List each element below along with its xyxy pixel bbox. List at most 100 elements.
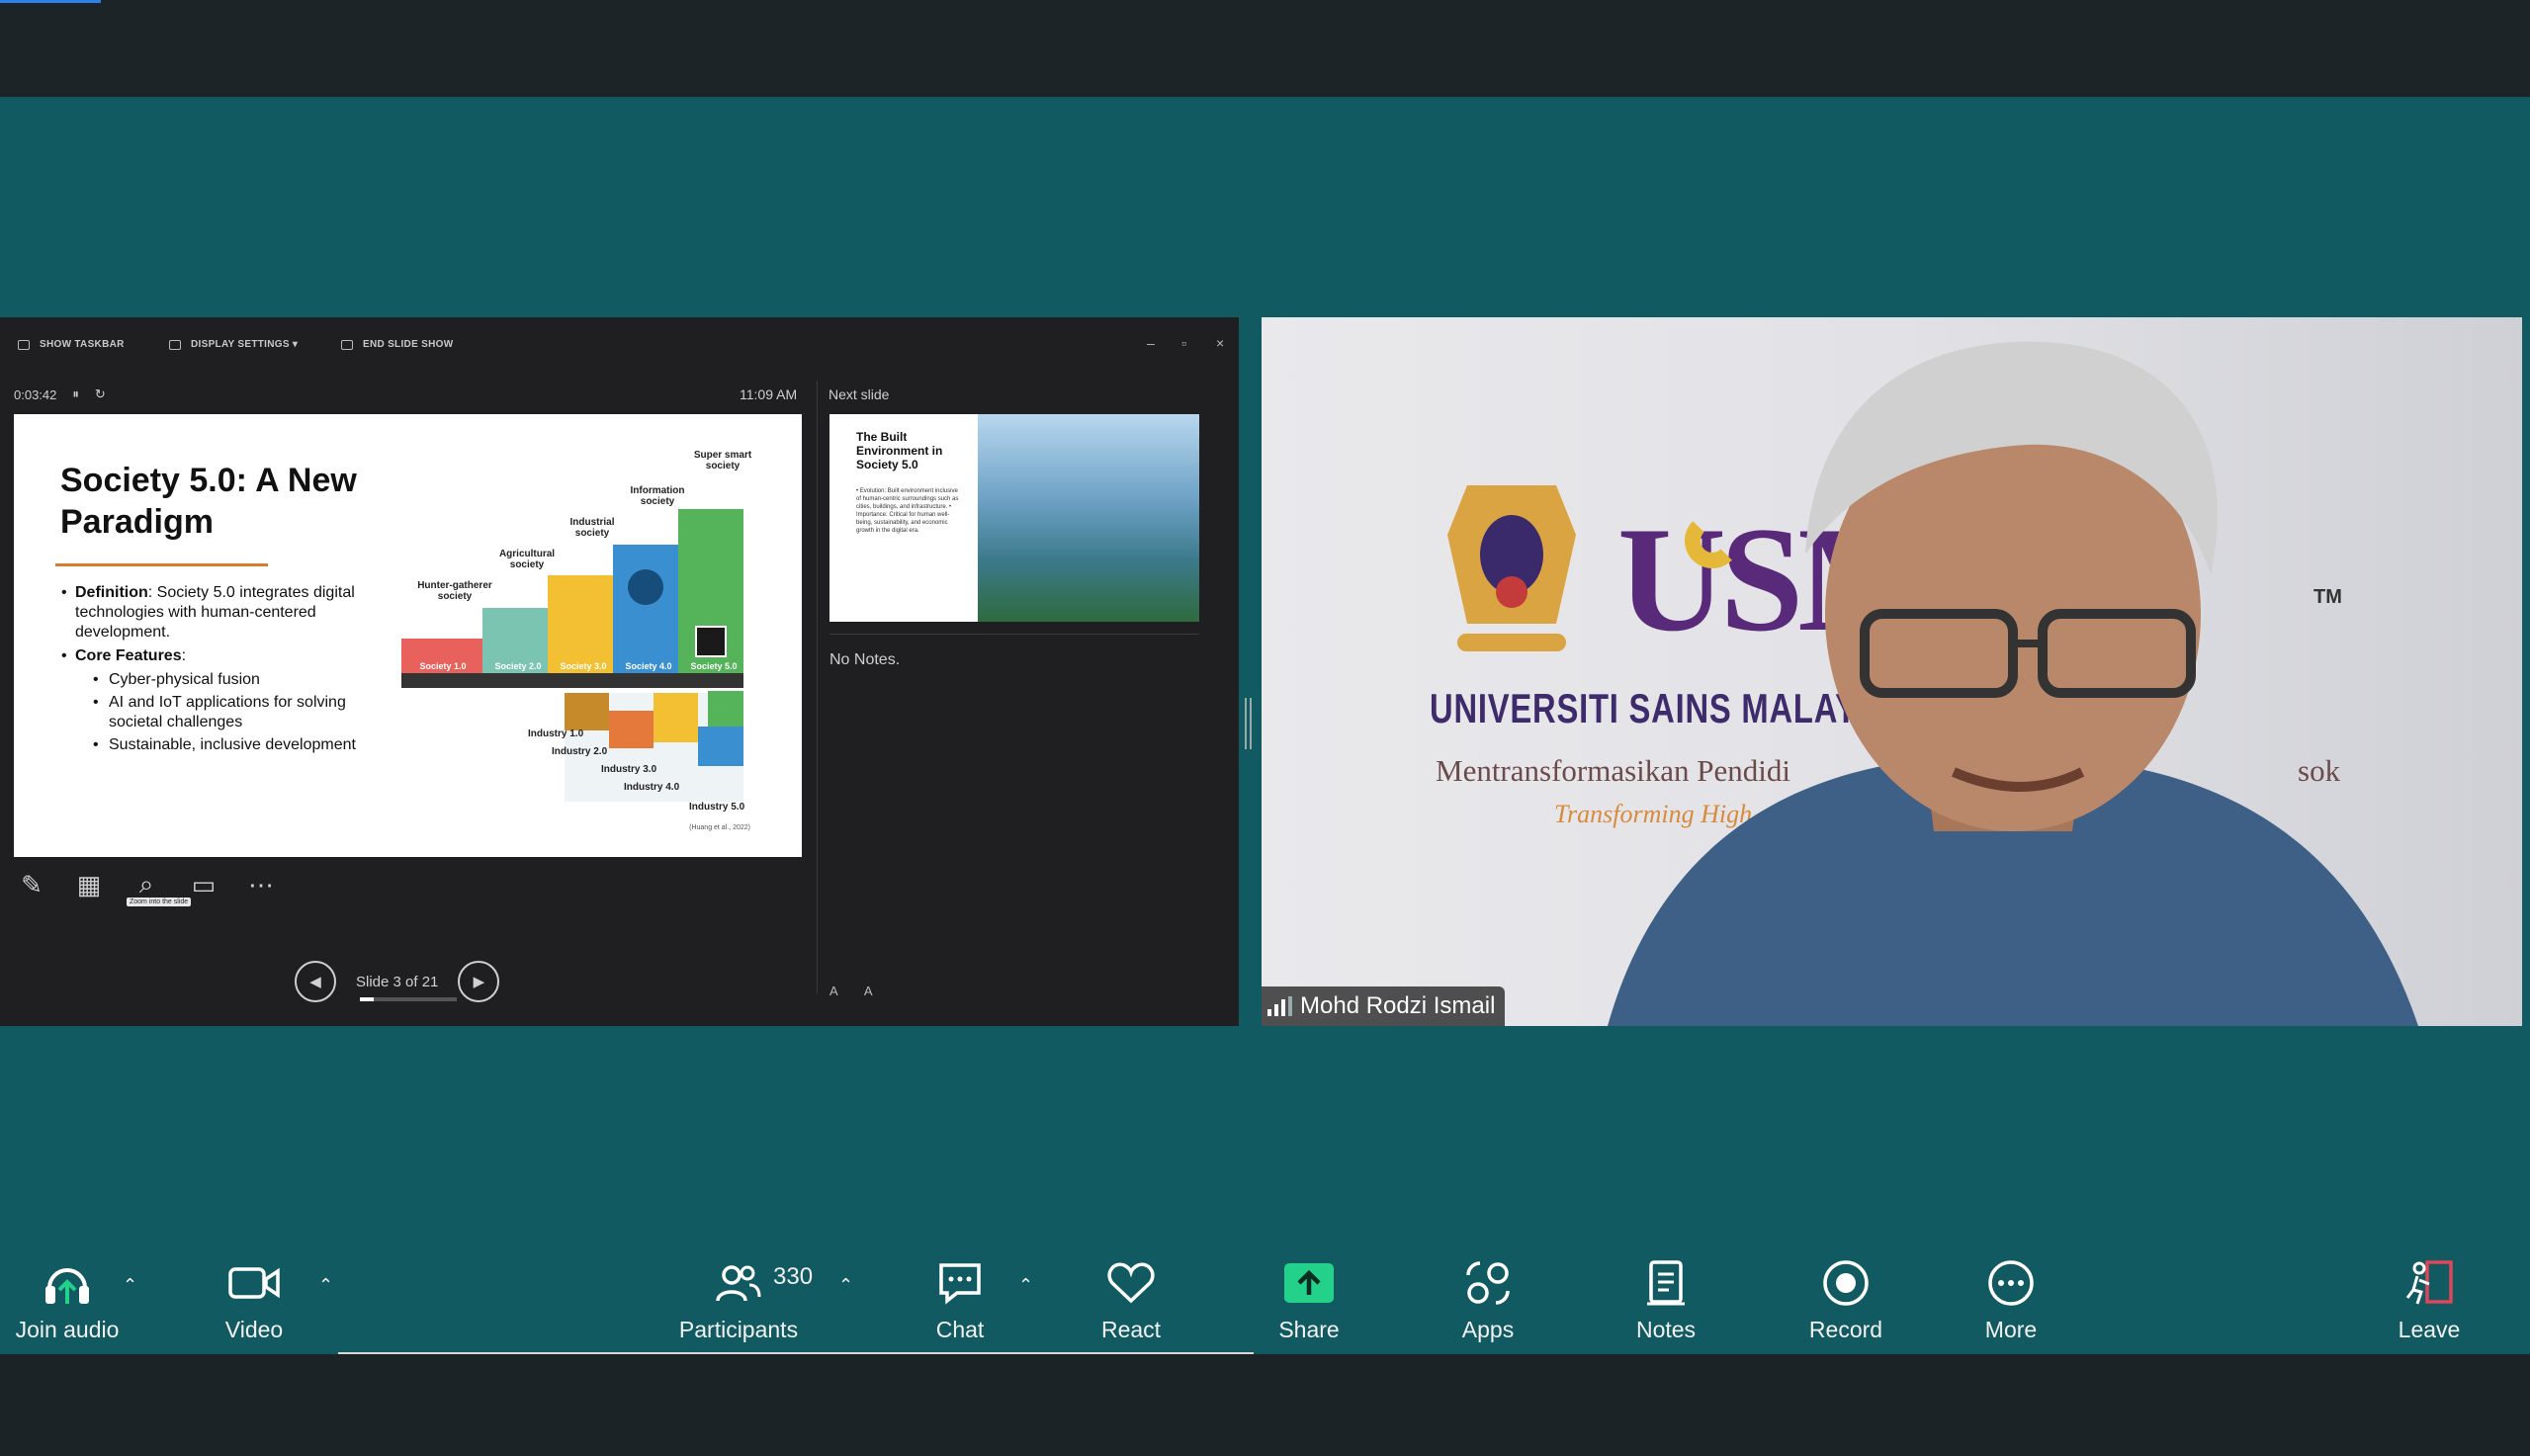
- layout-splitter[interactable]: [1245, 698, 1252, 749]
- participant-person: [1608, 341, 2418, 1026]
- more-button[interactable]: More: [1977, 1253, 2045, 1343]
- shared-screen[interactable]: SHOW TASKBAR DISPLAY SETTINGS ▾ END SLID…: [0, 317, 1239, 1026]
- industry-label: Industry 2.0: [552, 746, 608, 757]
- reset-timer-icon[interactable]: ↻: [95, 386, 106, 402]
- industry-label: Industry 4.0: [624, 782, 680, 793]
- react-button[interactable]: React: [1091, 1253, 1171, 1343]
- apps-button[interactable]: Apps: [1453, 1253, 1523, 1343]
- participant-video[interactable]: USM TM UNIVERSITI SAINS MALAYS Mentransf…: [1262, 317, 2522, 1026]
- level-band: [401, 673, 743, 688]
- chat-options-caret-icon[interactable]: ⌃: [1018, 1275, 1033, 1296]
- leave-button[interactable]: Leave: [2395, 1253, 2464, 1343]
- leave-icon: [2403, 1253, 2455, 1313]
- sub-bullet: Cyber-physical fusion: [61, 670, 358, 690]
- next-slide-preview[interactable]: The Built Environment in Society 5.0 • E…: [829, 414, 1199, 622]
- slide-citation: (Huang et al., 2022): [689, 824, 750, 831]
- elapsed-timer: 0:03:42: [14, 386, 57, 402]
- video-button[interactable]: Video: [208, 1253, 301, 1343]
- chip-icon: [695, 626, 727, 657]
- top-bar: [0, 0, 2530, 97]
- participants-options-caret-icon[interactable]: ⌃: [838, 1275, 853, 1296]
- next-slide-title: The Built Environment in Society 5.0: [856, 430, 943, 471]
- next-slide-body: • Evolution: Built environment inclusive…: [856, 488, 959, 534]
- display-icon: [169, 339, 181, 350]
- minimize-icon[interactable]: –: [1147, 335, 1155, 351]
- society-label: Agricultural society: [498, 549, 556, 570]
- bullet-definition: Definition: Society 5.0 integrates digit…: [61, 583, 358, 642]
- industry-1-tile: [565, 693, 609, 730]
- slide-bullets: Definition: Society 5.0 integrates digit…: [61, 583, 358, 758]
- society-label: Hunter-gatherer society: [417, 580, 492, 602]
- presenter-toolbar: SHOW TASKBAR DISPLAY SETTINGS ▾ END SLID…: [0, 317, 1239, 369]
- top-accent: [0, 0, 101, 3]
- record-icon: [1821, 1253, 1871, 1313]
- computer-icon: [628, 569, 663, 605]
- record-button[interactable]: Record: [1803, 1253, 1888, 1343]
- chat-button[interactable]: Chat: [925, 1253, 995, 1343]
- slide-navigation: ◀ Slide 3 of 21 ▶: [295, 961, 500, 1002]
- speaker-notes: No Notes.: [829, 651, 901, 668]
- share-button[interactable]: Share: [1271, 1253, 1347, 1343]
- industry-label: Industry 1.0: [528, 728, 584, 739]
- society-level: Society 4.0: [625, 661, 672, 671]
- chevron-right-icon: ▶: [473, 974, 485, 990]
- notes-button[interactable]: Notes: [1627, 1253, 1704, 1343]
- display-settings-button[interactable]: DISPLAY SETTINGS ▾: [169, 339, 298, 350]
- restore-icon[interactable]: ▫: [1181, 335, 1186, 351]
- pen-icon[interactable]: ✎: [14, 867, 49, 902]
- society-level: Society 5.0: [690, 661, 738, 671]
- slide-title: Society 5.0: A New Paradigm: [60, 462, 357, 541]
- society-level: Society 1.0: [419, 661, 467, 671]
- slide-progress-bar: [360, 997, 457, 1001]
- share-screen-icon: [1284, 1253, 1334, 1313]
- taskbar-icon: [18, 339, 30, 350]
- sub-bullet: Sustainable, inclusive development: [61, 735, 358, 755]
- sub-bullet: AI and IoT applications for solving soci…: [61, 693, 358, 732]
- more-options-icon[interactable]: ⋯: [243, 867, 279, 902]
- industry-5-tile: [708, 691, 743, 727]
- participant-name: Mohd Rodzi Ismail: [1300, 992, 1496, 1019]
- notes-font-size-controls[interactable]: A A: [829, 984, 885, 998]
- clock: 11:09 AM: [740, 386, 798, 402]
- end-slide-show-button[interactable]: END SLIDE SHOW: [341, 339, 453, 350]
- headphones-icon: [42, 1253, 93, 1313]
- bottom-bar: [0, 1354, 2530, 1456]
- end-show-icon: [341, 339, 353, 350]
- timer-row: 0:03:42 ⏸ ↻: [14, 386, 106, 402]
- pause-timer-icon[interactable]: ⏸: [72, 386, 79, 402]
- apps-icon: [1464, 1253, 1512, 1313]
- industry-3-tile: [654, 693, 698, 742]
- close-icon[interactable]: ×: [1216, 335, 1224, 351]
- audio-options-caret-icon[interactable]: ⌃: [123, 1275, 137, 1296]
- slide-progress-fill: [360, 997, 374, 1001]
- current-slide: Society 5.0: A New Paradigm Definition: …: [14, 414, 802, 857]
- meeting-controls: Join audio ⌃ Video ⌃ Participants 330 ⌃: [0, 1236, 2530, 1354]
- industry-4-tile: [698, 727, 743, 766]
- industry-label: Industry 3.0: [601, 764, 657, 775]
- more-icon: [1986, 1253, 2036, 1313]
- previous-slide-button[interactable]: ◀: [295, 961, 336, 1002]
- society-label: Industrial society: [569, 517, 615, 539]
- slide-counter: Slide 3 of 21: [356, 973, 439, 990]
- video-camera-icon: [228, 1253, 280, 1313]
- zoom-tooltip: Zoom into the slide: [127, 898, 192, 906]
- next-slide-label: Next slide: [829, 386, 890, 402]
- preview-divider: [829, 634, 1199, 635]
- show-taskbar-button[interactable]: SHOW TASKBAR: [18, 339, 125, 350]
- join-audio-button[interactable]: Join audio: [6, 1253, 129, 1343]
- heart-icon: [1106, 1253, 1156, 1313]
- notes-icon: [1645, 1253, 1687, 1313]
- subtitles-icon[interactable]: ▭: [186, 867, 221, 902]
- industry-2-tile: [609, 711, 654, 748]
- see-all-slides-icon[interactable]: ▦: [71, 867, 107, 902]
- next-slide-button[interactable]: ▶: [458, 961, 500, 1002]
- society-label: Super smart society: [693, 450, 752, 471]
- title-rule: [55, 563, 268, 566]
- chat-icon: [937, 1253, 983, 1313]
- bullet-core-features: Core Features:: [61, 646, 358, 666]
- city-image: [978, 414, 1199, 622]
- video-options-caret-icon[interactable]: ⌃: [318, 1275, 333, 1296]
- participant-name-tag: Mohd Rodzi Ismail: [1262, 986, 1506, 1026]
- society-level: Society 3.0: [560, 661, 607, 671]
- signal-strength-icon: [1267, 996, 1292, 1016]
